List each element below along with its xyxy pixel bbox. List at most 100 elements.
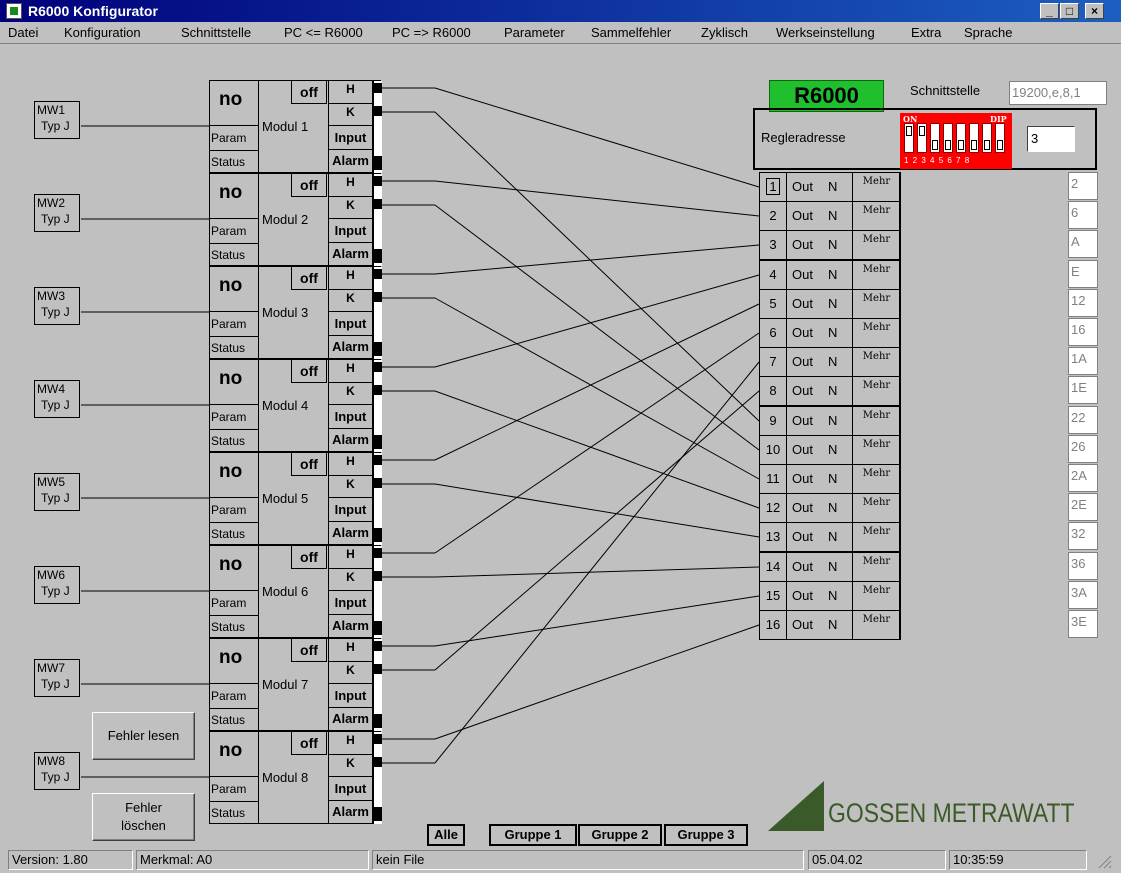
module-off[interactable]: off (291, 453, 327, 476)
module-alarm[interactable]: Alarm (328, 708, 373, 731)
module-k[interactable]: K (328, 197, 373, 219)
module-h[interactable]: H (328, 732, 373, 755)
output-out[interactable]: Out (792, 237, 813, 252)
output-mehr[interactable]: Mehr (852, 347, 901, 377)
alle-button[interactable]: Alle (427, 824, 465, 846)
module-status[interactable]: Status (210, 801, 259, 824)
module-status[interactable]: Status (210, 150, 259, 173)
output-out[interactable]: Out (792, 559, 813, 574)
output-number[interactable]: 12 (760, 494, 787, 522)
mw-box[interactable]: MW1 Typ J (34, 101, 80, 139)
module-no[interactable]: no (219, 740, 242, 762)
module-h[interactable]: H (328, 453, 373, 476)
module-input[interactable]: Input (328, 777, 373, 801)
dip-switch-lever[interactable] (982, 123, 992, 153)
dip-switch-lever[interactable] (930, 123, 940, 153)
output-number[interactable]: 11 (760, 465, 787, 493)
output-n[interactable]: N (828, 296, 837, 311)
output-n[interactable]: N (828, 471, 837, 486)
output-out[interactable]: Out (792, 471, 813, 486)
output-number[interactable]: 1 (760, 173, 787, 201)
output-mehr[interactable]: Mehr (852, 435, 901, 465)
output-number[interactable]: 14 (760, 553, 787, 581)
output-n[interactable]: N (828, 617, 837, 632)
module-off[interactable]: off (291, 81, 327, 104)
module-alarm[interactable]: Alarm (328, 429, 373, 452)
output-n[interactable]: N (828, 267, 837, 282)
module-off[interactable]: off (291, 174, 327, 197)
module-param[interactable]: Param (210, 683, 259, 708)
resize-grip[interactable] (1095, 852, 1113, 870)
dip-switch-lever[interactable] (995, 123, 1005, 153)
output-n[interactable]: N (828, 383, 837, 398)
mw-box[interactable]: MW5 Typ J (34, 473, 80, 511)
module-no[interactable]: no (219, 554, 242, 576)
module-param[interactable]: Param (210, 497, 259, 522)
output-number[interactable]: 5 (760, 290, 787, 318)
module-input[interactable]: Input (328, 219, 373, 243)
output-mehr[interactable]: Mehr (852, 376, 901, 406)
output-n[interactable]: N (828, 237, 837, 252)
schnittstelle-field[interactable]: 19200,e,8,1 (1009, 81, 1107, 105)
dip-switch-lever[interactable] (956, 123, 966, 153)
output-number[interactable]: 16 (760, 611, 787, 639)
module-h[interactable]: H (328, 174, 373, 197)
output-mehr[interactable]: Mehr (852, 610, 901, 640)
output-number[interactable]: 7 (760, 348, 787, 376)
module-input[interactable]: Input (328, 591, 373, 615)
module-alarm[interactable]: Alarm (328, 801, 373, 824)
output-out[interactable]: Out (792, 529, 813, 544)
output-out[interactable]: Out (792, 500, 813, 515)
output-mehr[interactable]: Mehr (852, 581, 901, 611)
module-off[interactable]: off (291, 546, 327, 569)
output-number[interactable]: 3 (760, 231, 787, 259)
output-mehr[interactable]: Mehr (852, 172, 901, 202)
output-mehr[interactable]: Mehr (852, 406, 901, 436)
module-status[interactable]: Status (210, 708, 259, 731)
output-n[interactable]: N (828, 413, 837, 428)
output-out[interactable]: Out (792, 413, 813, 428)
output-number[interactable]: 15 (760, 582, 787, 610)
module-k[interactable]: K (328, 383, 373, 405)
output-number[interactable]: 13 (760, 523, 787, 551)
output-out[interactable]: Out (792, 383, 813, 398)
module-status[interactable]: Status (210, 336, 259, 359)
fehler-lesen-button[interactable]: Fehler lesen (92, 712, 195, 760)
module-status[interactable]: Status (210, 522, 259, 545)
output-n[interactable]: N (828, 179, 837, 194)
module-param[interactable]: Param (210, 404, 259, 429)
output-n[interactable]: N (828, 354, 837, 369)
module-input[interactable]: Input (328, 498, 373, 522)
dip-switch-lever[interactable] (904, 123, 914, 153)
output-number[interactable]: 10 (760, 436, 787, 464)
output-n[interactable]: N (828, 588, 837, 603)
module-status[interactable]: Status (210, 243, 259, 266)
dip-switch[interactable]: ON DIP 1 2 3 4 5 6 7 8 (900, 113, 1012, 169)
module-input[interactable]: Input (328, 126, 373, 150)
output-n[interactable]: N (828, 442, 837, 457)
mw-box[interactable]: MW3 Typ J (34, 287, 80, 325)
mw-box[interactable]: MW8 Typ J (34, 752, 80, 790)
gruppe1-button[interactable]: Gruppe 1 (489, 824, 577, 846)
output-mehr[interactable]: Mehr (852, 552, 901, 582)
module-param[interactable]: Param (210, 590, 259, 615)
module-alarm[interactable]: Alarm (328, 336, 373, 359)
output-mehr[interactable]: Mehr (852, 493, 901, 523)
output-n[interactable]: N (828, 529, 837, 544)
module-off[interactable]: off (291, 360, 327, 383)
output-out[interactable]: Out (792, 208, 813, 223)
module-off[interactable]: off (291, 732, 327, 755)
module-h[interactable]: H (328, 360, 373, 383)
output-number[interactable]: 2 (760, 202, 787, 230)
mw-box[interactable]: MW2 Typ J (34, 194, 80, 232)
output-number[interactable]: 6 (760, 319, 787, 347)
module-no[interactable]: no (219, 461, 242, 483)
gruppe2-button[interactable]: Gruppe 2 (578, 824, 662, 846)
mw-box[interactable]: MW7 Typ J (34, 659, 80, 697)
module-alarm[interactable]: Alarm (328, 150, 373, 173)
module-input[interactable]: Input (328, 684, 373, 708)
output-n[interactable]: N (828, 500, 837, 515)
module-off[interactable]: off (291, 267, 327, 290)
output-mehr[interactable]: Mehr (852, 289, 901, 319)
module-status[interactable]: Status (210, 429, 259, 452)
